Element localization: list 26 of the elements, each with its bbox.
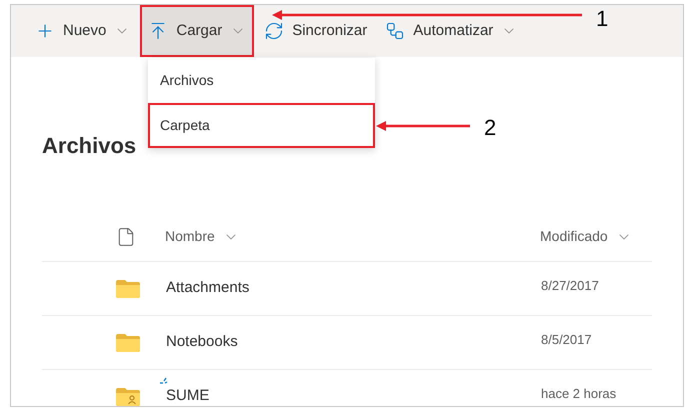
file-name[interactable]: SUME	[166, 385, 210, 408]
folder-icon	[116, 334, 140, 352]
column-header[interactable]: Modificado	[540, 226, 632, 247]
column-header[interactable]: Nombre	[165, 226, 540, 247]
table-row[interactable]: SUME hace 2 horas	[42, 370, 652, 411]
toolbar-button[interactable]: Automatizar	[377, 5, 526, 57]
menu-item[interactable]: Archivos	[148, 58, 375, 103]
file-name[interactable]: Attachments	[166, 277, 250, 300]
toolbar-button[interactable]: Sincronizar	[256, 5, 376, 57]
modified-date: hace 2 horas	[541, 384, 616, 403]
callout-number: 2	[484, 114, 496, 142]
page-heading: Archivos	[42, 132, 136, 160]
menu-item[interactable]: Carpeta	[148, 103, 375, 148]
toolbar-button[interactable]: Cargar	[140, 5, 254, 57]
modified-date: 8/5/2017	[541, 330, 592, 349]
folder-icon	[116, 280, 140, 298]
table-row[interactable]: Notebooks 8/5/2017	[42, 316, 652, 370]
modified-date: 8/27/2017	[541, 276, 599, 295]
file-name[interactable]: Notebooks	[166, 331, 238, 354]
toolbar-button[interactable]: Nuevo	[27, 5, 138, 57]
table-row[interactable]: Attachments 8/27/2017	[42, 262, 652, 316]
workflow-icon	[385, 21, 406, 41]
file-icon	[116, 226, 136, 246]
shared-folder-icon	[116, 388, 140, 406]
callout-number: 1	[596, 5, 608, 33]
sync-icon	[264, 21, 284, 41]
